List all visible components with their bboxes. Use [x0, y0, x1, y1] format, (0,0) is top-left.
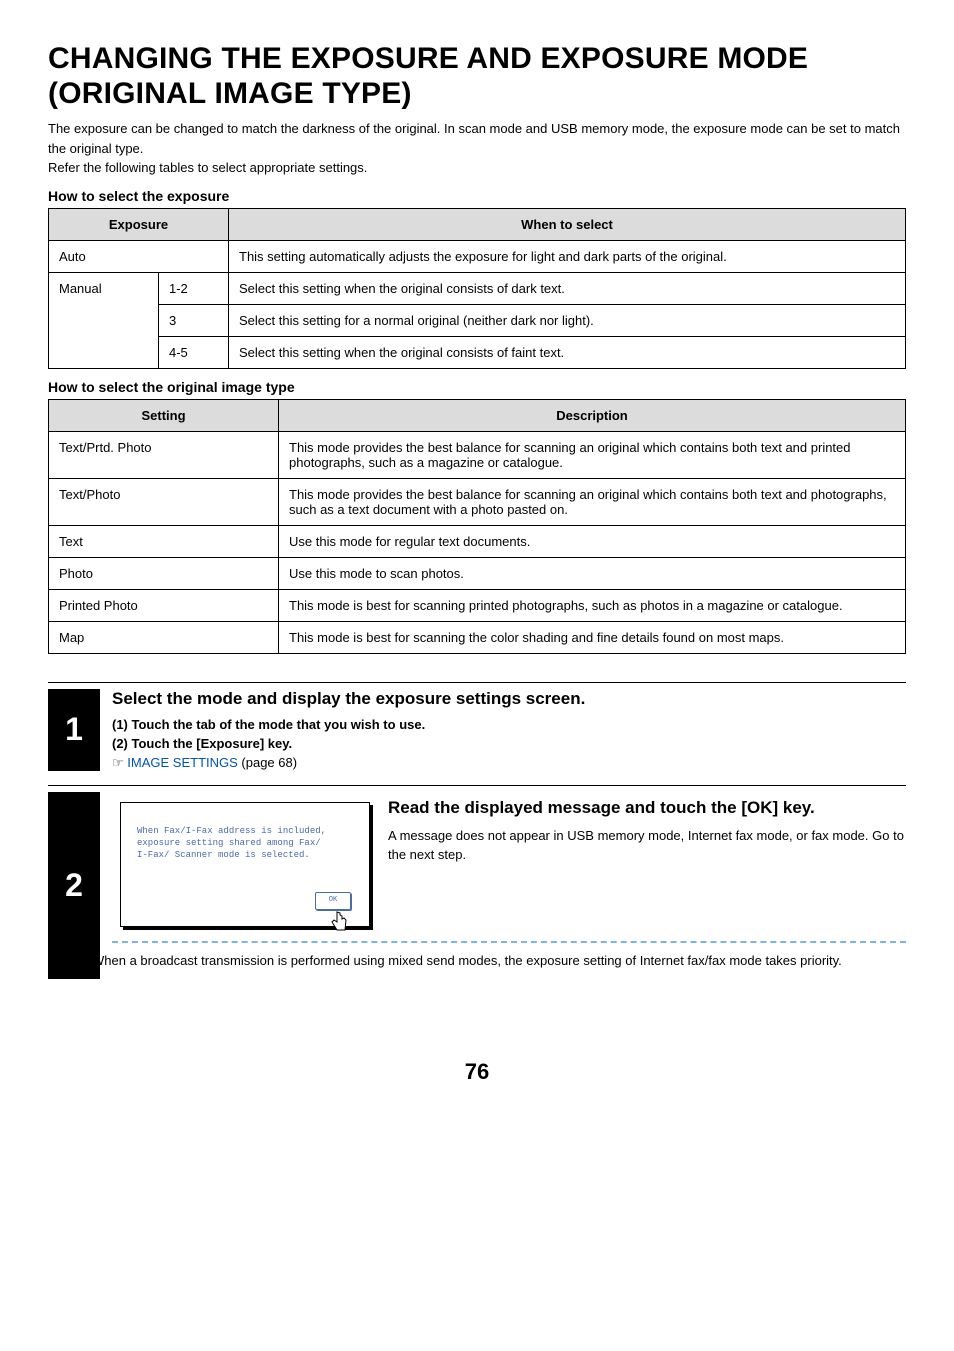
- separator: [48, 682, 906, 683]
- step-title: Select the mode and display the exposure…: [112, 689, 906, 709]
- cell: This mode is best for scanning the color…: [279, 621, 906, 653]
- cross-reference: ☞ IMAGE SETTINGS (page 68): [112, 755, 906, 771]
- cell: This mode provides the best balance for …: [279, 478, 906, 525]
- cell: Map: [49, 621, 279, 653]
- step-title: Read the displayed message and touch the…: [388, 798, 906, 818]
- cell: Auto: [49, 240, 229, 272]
- note-icon: [56, 953, 82, 979]
- dialog-line: exposure setting shared among Fax/: [137, 837, 353, 849]
- page-title: CHANGING THE EXPOSURE AND EXPOSURE MODE …: [48, 42, 906, 111]
- dialog-line: When Fax/I-Fax address is included,: [137, 825, 353, 837]
- hand-cursor-icon: [325, 908, 353, 936]
- cell: Select this setting for a normal origina…: [229, 304, 906, 336]
- cell: Photo: [49, 557, 279, 589]
- cell: Text/Photo: [49, 478, 279, 525]
- col-header-exposure: Exposure: [49, 208, 229, 240]
- col-header-setting: Setting: [49, 399, 279, 431]
- cell: Manual: [49, 272, 159, 368]
- page-number: 76: [48, 1059, 906, 1085]
- step-sub-1: (1) Touch the tab of the mode that you w…: [112, 717, 906, 732]
- intro-text: The exposure can be changed to match the…: [48, 119, 906, 178]
- cell: Select this setting when the original co…: [229, 272, 906, 304]
- cell: This mode is best for scanning printed p…: [279, 589, 906, 621]
- message-dialog: When Fax/I-Fax address is included, expo…: [120, 802, 370, 927]
- cell: Use this mode to scan photos.: [279, 557, 906, 589]
- dialog-line: I-Fax/ Scanner mode is selected.: [137, 849, 353, 861]
- cell: Text: [49, 525, 279, 557]
- cell: Printed Photo: [49, 589, 279, 621]
- cell: This mode provides the best balance for …: [279, 431, 906, 478]
- note: When a broadcast transmission is perform…: [50, 951, 906, 979]
- step-1: 1 Select the mode and display the exposu…: [48, 689, 906, 771]
- cell: 1-2: [159, 272, 229, 304]
- cell: 4-5: [159, 336, 229, 368]
- exposure-table: Exposure When to select Auto This settin…: [48, 208, 906, 369]
- cell: Text/Prtd. Photo: [49, 431, 279, 478]
- col-header-when: When to select: [229, 208, 906, 240]
- step-description: A message does not appear in USB memory …: [388, 826, 906, 865]
- xref-page: (page 68): [238, 755, 297, 770]
- pointer-glyph: ☞: [112, 755, 124, 770]
- step-number: 1: [48, 689, 100, 771]
- cell: This setting automatically adjusts the e…: [229, 240, 906, 272]
- separator: [48, 785, 906, 786]
- step-2: 2 When Fax/I-Fax address is included, ex…: [48, 792, 906, 979]
- section-heading-imagetype: How to select the original image type: [48, 379, 906, 395]
- section-heading-exposure: How to select the exposure: [48, 188, 906, 204]
- cell: 3: [159, 304, 229, 336]
- note-text: When a broadcast transmission is perform…: [92, 951, 842, 971]
- col-header-description: Description: [279, 399, 906, 431]
- xref-link[interactable]: IMAGE SETTINGS: [127, 755, 238, 770]
- cell: Use this mode for regular text documents…: [279, 525, 906, 557]
- step-sub-2: (2) Touch the [Exposure] key.: [112, 736, 906, 751]
- dashed-separator: [112, 941, 906, 943]
- image-type-table: Setting Description Text/Prtd. PhotoThis…: [48, 399, 906, 654]
- cell: Select this setting when the original co…: [229, 336, 906, 368]
